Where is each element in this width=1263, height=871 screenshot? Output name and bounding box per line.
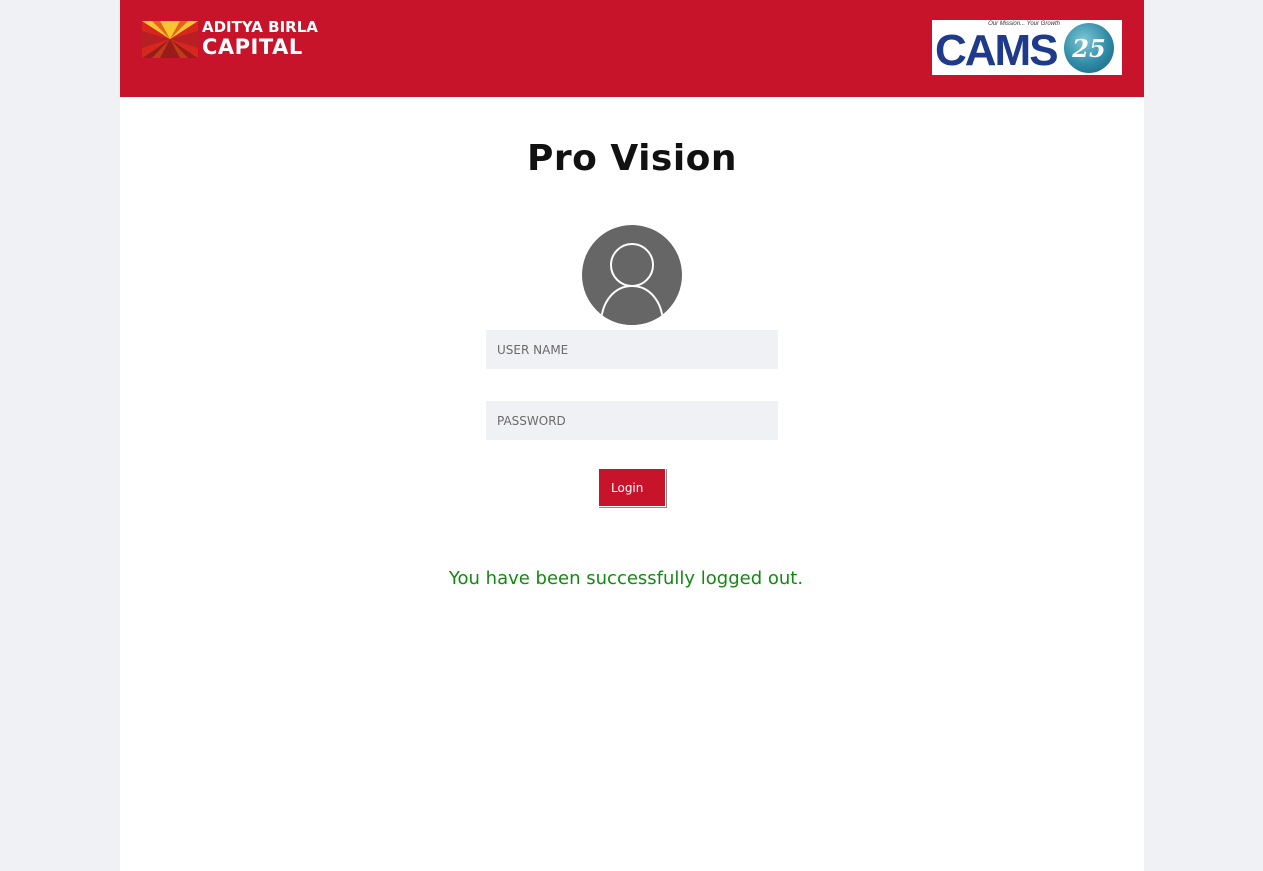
header-bar: ADITYA BIRLA CAPITAL Our Mission... Your…: [120, 0, 1144, 97]
cams-wordmark: CAMS: [935, 26, 1059, 75]
user-avatar-icon: [582, 225, 682, 325]
aditya-birla-capital-logo: ADITYA BIRLA CAPITAL: [142, 20, 318, 58]
username-input[interactable]: [486, 330, 778, 369]
page-title: Pro Vision: [526, 138, 738, 179]
brand-line2: CAPITAL: [202, 35, 303, 59]
cams-25-badge: 25: [1064, 23, 1114, 73]
cams-logo: Our Mission... Your Growth CAMS 25: [932, 20, 1122, 75]
user-silhouette-icon: [600, 243, 664, 325]
brand-line1: ADITYA BIRLA: [202, 18, 318, 36]
aditya-birla-sun-mark-icon: [142, 20, 198, 58]
login-page: ADITYA BIRLA CAPITAL Our Mission... Your…: [120, 0, 1144, 871]
password-input[interactable]: [486, 401, 778, 440]
logout-status-message: You have been successfully logged out.: [448, 568, 804, 589]
login-button[interactable]: Login: [598, 468, 666, 507]
aditya-birla-capital-wordmark: ADITYA BIRLA CAPITAL: [202, 20, 318, 58]
